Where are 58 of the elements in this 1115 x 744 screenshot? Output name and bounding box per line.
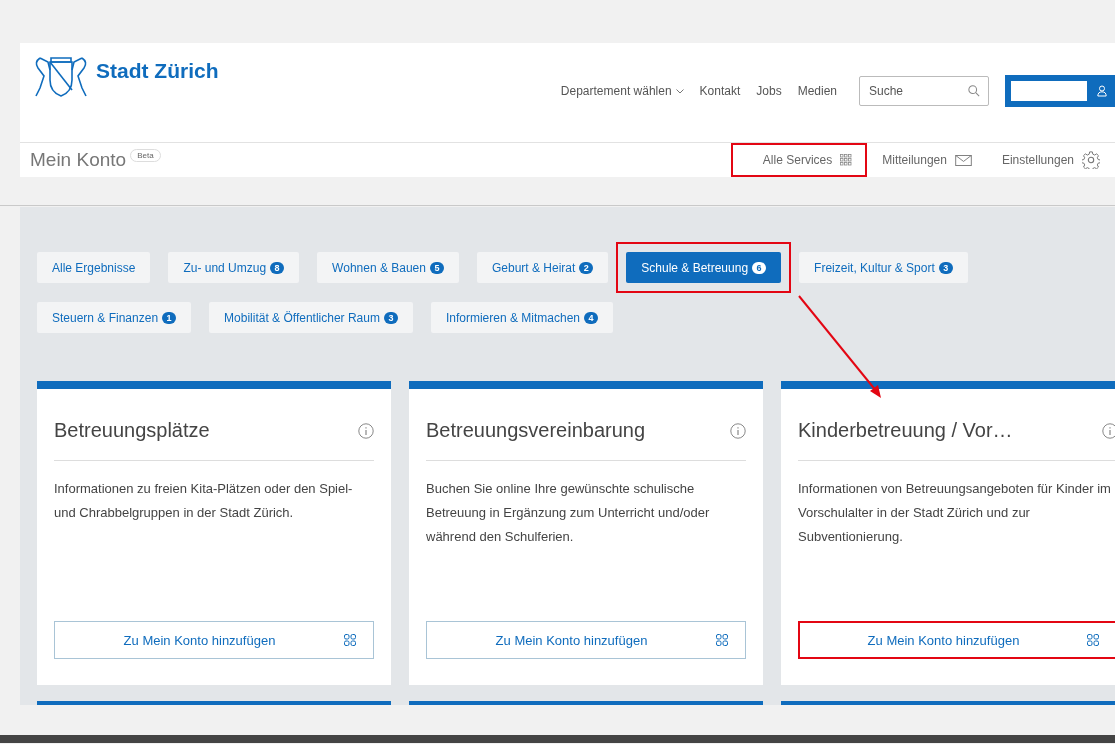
tiles-icon xyxy=(1087,634,1099,646)
count-badge: 3 xyxy=(938,261,953,274)
grid-icon xyxy=(840,154,853,166)
info-icon[interactable] xyxy=(730,422,746,439)
filter-label: Wohnen & Bauen xyxy=(332,260,426,275)
messages-link[interactable]: Mitteilungen xyxy=(867,143,987,177)
nav-link[interactable]: Kontakt xyxy=(699,84,741,98)
count-badge: 3 xyxy=(383,311,398,324)
filter-tab[interactable]: Wohnen & Bauen 5 xyxy=(317,252,459,283)
count-badge: 1 xyxy=(162,311,177,324)
brand-name[interactable]: Stadt Zürich xyxy=(96,59,219,83)
user-icon xyxy=(1097,85,1107,97)
search-field[interactable]: Suche xyxy=(859,76,989,106)
filter-tab[interactable]: Freizeit, Kultur & Sport 3 xyxy=(799,252,968,283)
card-description: Buchen Sie online Ihre gewünschte schulische Betreuung in Ergänzung zum Unterricht und/oder während den Schulferien. xyxy=(426,480,711,546)
card-description: Informationen zu freien Kita-Plätzen oder den Spiel- und Chrabbelgruppen in der Stadt Zürich. xyxy=(54,480,354,522)
count-badge: 4 xyxy=(584,311,598,324)
filter-label: Informieren & Mitmachen xyxy=(445,310,580,325)
count-badge: 5 xyxy=(429,261,444,274)
filter-tab[interactable]: Alle Ergebnisse xyxy=(37,252,151,283)
card-title: Betreuungsvereinbarung xyxy=(426,419,646,442)
envelope-icon xyxy=(954,154,972,166)
info-icon[interactable] xyxy=(358,422,374,439)
card-description: Informationen von Betreuungsangeboten für Kinder im Vorschulalter in der Stadt Zürich und zur Subventionierung. xyxy=(798,480,1112,546)
filter-tab[interactable]: Mobilität & Öffentlicher Raum 3 xyxy=(209,302,413,333)
count-badge: 8 xyxy=(270,261,285,274)
add-to-account-button[interactable]: Zu Mein Konto hinzufügen xyxy=(54,621,374,659)
filter-label: Alle Ergebnisse xyxy=(52,260,136,275)
filter-label: Geburt & Heirat xyxy=(491,260,576,275)
filter-label: Freizeit, Kultur & Sport xyxy=(814,260,935,275)
filter-tab[interactable]: Steuern & Finanzen 1 xyxy=(37,302,192,333)
page-title: Mein Konto xyxy=(30,149,127,171)
filter-label: Zu- und Umzug xyxy=(183,260,267,275)
filter-tab[interactable]: Geburt & Heirat 2 xyxy=(476,252,609,283)
nav-link[interactable]: Jobs xyxy=(756,84,782,98)
chevron-down-icon xyxy=(675,88,684,94)
login-button[interactable] xyxy=(1005,75,1115,107)
filter-tab[interactable]: Zu- und Umzug 8 xyxy=(168,252,300,283)
count-badge: 6 xyxy=(752,261,767,274)
services-link[interactable]: Alle Services xyxy=(730,143,868,177)
filter-tab[interactable]: Informieren & Mitmachen 4 xyxy=(430,302,613,333)
add-to-account-button[interactable]: Zu Mein Konto hinzufügen xyxy=(426,621,746,659)
nav-link[interactable]: Medien xyxy=(797,84,837,98)
card-title: Kinderbetreuung / Vor… xyxy=(798,419,1013,442)
tiles-icon xyxy=(716,634,728,646)
tiles-icon xyxy=(344,634,356,646)
settings-icon xyxy=(1082,151,1100,169)
filter-label: Schule & Betreuung xyxy=(641,260,749,275)
settings-link[interactable]: Einstellungen xyxy=(986,143,1115,177)
department-dropdown[interactable]: Departement wählen xyxy=(560,84,684,98)
filter-label: Steuern & Finanzen xyxy=(52,310,159,325)
filter-tab[interactable]: Schule & Betreuung 6 xyxy=(626,252,782,283)
add-to-account-button[interactable]: Zu Mein Konto hinzufügen xyxy=(798,621,1115,659)
search-icon xyxy=(968,85,980,97)
card-title: Betreuungsplätze xyxy=(54,419,210,442)
filter-label: Mobilität & Öffentlicher Raum xyxy=(224,310,380,325)
info-icon[interactable] xyxy=(1102,422,1115,439)
count-badge: 2 xyxy=(579,261,594,274)
